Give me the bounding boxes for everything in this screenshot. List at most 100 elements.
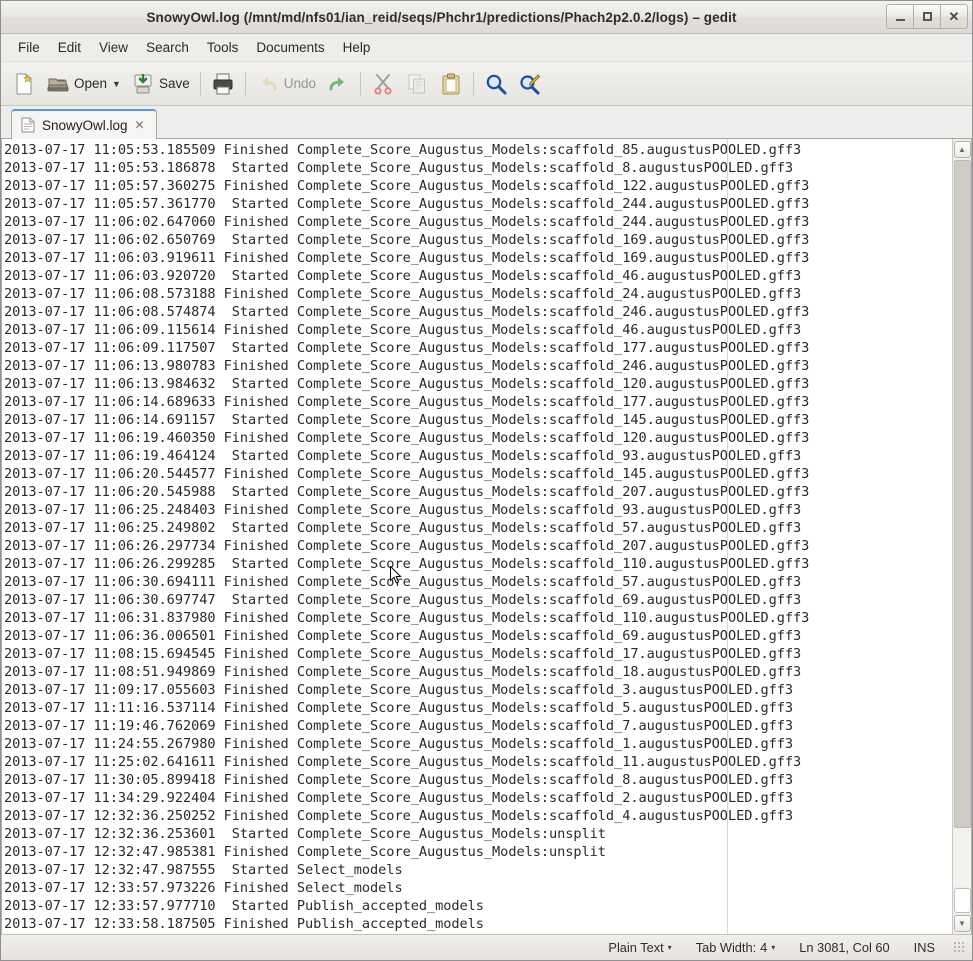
resize-grip[interactable]	[953, 941, 966, 954]
chevron-down-icon: ▼	[958, 919, 966, 928]
text-view[interactable]: 2013-07-17 11:05:53.185509 Finished Comp…	[2, 139, 952, 934]
maximize-button[interactable]	[913, 4, 941, 29]
menu-file[interactable]: File	[9, 37, 49, 58]
log-line: 2013-07-17 11:06:31.837980 Finished Comp…	[4, 609, 952, 627]
log-line: 2013-07-17 12:33:57.977710 Started Publi…	[4, 897, 952, 915]
maximize-icon	[923, 12, 932, 21]
log-line: 2013-07-17 11:09:17.055603 Finished Comp…	[4, 681, 952, 699]
scrollbar-track[interactable]	[954, 160, 971, 886]
cut-button[interactable]	[366, 66, 400, 102]
log-line: 2013-07-17 11:06:30.697747 Started Compl…	[4, 591, 952, 609]
title-bar: SnowyOwl.log (/mnt/md/nfs01/ian_reid/seq…	[1, 1, 972, 34]
right-margin-guide	[727, 139, 728, 934]
close-button[interactable]: ✕	[940, 4, 968, 29]
clipboard-paste-icon	[439, 72, 463, 96]
open-label: Open	[74, 76, 107, 91]
find-replace-icon	[518, 72, 542, 96]
menu-edit[interactable]: Edit	[49, 37, 90, 58]
toolbar: Open ▼ Save	[1, 62, 972, 106]
tab-label: SnowyOwl.log	[42, 118, 128, 133]
save-disk-icon	[131, 72, 155, 96]
minimize-icon	[896, 19, 905, 21]
scissors-icon	[371, 72, 395, 96]
log-line: 2013-07-17 11:05:53.186878 Started Compl…	[4, 159, 952, 177]
redo-arrow-icon	[326, 72, 350, 96]
log-line: 2013-07-17 11:06:02.650769 Started Compl…	[4, 231, 952, 249]
tab-width-label: Tab Width:	[696, 940, 756, 955]
close-icon: ✕	[949, 10, 960, 23]
tab-strip: SnowyOwl.log ✕	[1, 106, 972, 139]
log-line: 2013-07-17 11:06:03.919611 Finished Comp…	[4, 249, 952, 267]
log-line: 2013-07-17 11:06:02.647060 Finished Comp…	[4, 213, 952, 231]
open-button[interactable]: Open ▼	[41, 66, 126, 102]
log-line: 2013-07-17 11:06:25.248403 Finished Comp…	[4, 501, 952, 519]
tab-close-icon[interactable]: ✕	[135, 118, 145, 132]
log-line: 2013-07-17 11:25:02.641611 Finished Comp…	[4, 753, 952, 771]
log-line: 2013-07-17 12:32:47.985381 Finished Comp…	[4, 843, 952, 861]
scrollbar-trough-end	[954, 888, 971, 913]
find-button[interactable]	[479, 66, 513, 102]
log-line: 2013-07-17 11:06:20.545988 Started Compl…	[4, 483, 952, 501]
scroll-down-button[interactable]: ▼	[954, 915, 971, 932]
scrollbar-thumb[interactable]	[954, 160, 971, 828]
print-button[interactable]	[206, 66, 240, 102]
log-line: 2013-07-17 11:08:51.949869 Finished Comp…	[4, 663, 952, 681]
window-controls: ✕	[886, 4, 968, 29]
copy-button[interactable]	[400, 66, 434, 102]
vertical-scrollbar[interactable]: ▲ ▼	[952, 139, 971, 934]
paste-button[interactable]	[434, 66, 468, 102]
log-line: 2013-07-17 11:05:53.185509 Finished Comp…	[4, 141, 952, 159]
log-line: 2013-07-17 11:06:36.006501 Finished Comp…	[4, 627, 952, 645]
toolbar-separator-3	[360, 72, 361, 96]
log-line: 2013-07-17 11:06:08.573188 Finished Comp…	[4, 285, 952, 303]
scroll-up-button[interactable]: ▲	[954, 141, 971, 158]
log-line: 2013-07-17 11:05:57.361770 Started Compl…	[4, 195, 952, 213]
log-line: 2013-07-17 12:33:57.973226 Finished Sele…	[4, 879, 952, 897]
log-line: 2013-07-17 11:06:09.117507 Started Compl…	[4, 339, 952, 357]
toolbar-separator-2	[245, 72, 246, 96]
log-line: 2013-07-17 11:06:08.574874 Started Compl…	[4, 303, 952, 321]
toolbar-separator-4	[473, 72, 474, 96]
log-line: 2013-07-17 11:06:14.689633 Finished Comp…	[4, 393, 952, 411]
log-line: 2013-07-17 11:06:26.297734 Finished Comp…	[4, 537, 952, 555]
log-line: 2013-07-17 12:32:36.250252 Finished Comp…	[4, 807, 952, 825]
log-line: 2013-07-17 12:32:47.987555 Started Selec…	[4, 861, 952, 879]
log-line: 2013-07-17 11:30:05.899418 Finished Comp…	[4, 771, 952, 789]
chevron-up-icon: ▲	[958, 145, 966, 154]
menu-view[interactable]: View	[90, 37, 137, 58]
cursor-position: Ln 3081, Col 60	[787, 940, 901, 955]
menu-bar: File Edit View Search Tools Documents He…	[1, 34, 972, 62]
menu-help[interactable]: Help	[334, 37, 380, 58]
redo-button[interactable]	[321, 66, 355, 102]
save-button[interactable]: Save	[126, 66, 195, 102]
log-line: 2013-07-17 12:33:58.187505 Finished Publ…	[4, 915, 952, 933]
log-line: 2013-07-17 11:34:29.922404 Finished Comp…	[4, 789, 952, 807]
replace-button[interactable]	[513, 66, 547, 102]
document-icon	[21, 117, 35, 133]
tab-snowyowl-log[interactable]: SnowyOwl.log ✕	[11, 109, 157, 139]
log-line: 2013-07-17 12:32:36.253601 Started Compl…	[4, 825, 952, 843]
new-document-button[interactable]	[7, 66, 41, 102]
language-selector[interactable]: Plain Text ▾	[596, 940, 683, 955]
toolbar-separator-1	[200, 72, 201, 96]
tab-width-selector[interactable]: Tab Width: 4 ▾	[684, 940, 788, 955]
undo-label: Undo	[284, 76, 316, 91]
insert-mode-label: INS	[914, 940, 935, 955]
menu-documents[interactable]: Documents	[247, 37, 333, 58]
status-bar: Plain Text ▾ Tab Width: 4 ▾ Ln 3081, Col…	[1, 934, 972, 960]
editor-area: 2013-07-17 11:05:53.185509 Finished Comp…	[1, 139, 972, 934]
log-line: 2013-07-17 11:06:13.984632 Started Compl…	[4, 375, 952, 393]
log-line: 2013-07-17 11:06:14.691157 Started Compl…	[4, 411, 952, 429]
window-title: SnowyOwl.log (/mnt/md/nfs01/ian_reid/seq…	[146, 10, 826, 25]
undo-button[interactable]: Undo	[251, 66, 321, 102]
minimize-button[interactable]	[886, 4, 914, 29]
menu-search[interactable]: Search	[137, 37, 198, 58]
undo-arrow-icon	[256, 72, 280, 96]
chevron-down-icon[interactable]: ▼	[112, 79, 121, 89]
menu-tools[interactable]: Tools	[198, 37, 248, 58]
new-document-icon	[12, 72, 36, 96]
log-line: 2013-07-17 11:06:19.460350 Finished Comp…	[4, 429, 952, 447]
log-lines-container: 2013-07-17 11:05:53.185509 Finished Comp…	[4, 141, 952, 933]
insert-mode[interactable]: INS	[902, 940, 947, 955]
log-line: 2013-07-17 11:06:20.544577 Finished Comp…	[4, 465, 952, 483]
